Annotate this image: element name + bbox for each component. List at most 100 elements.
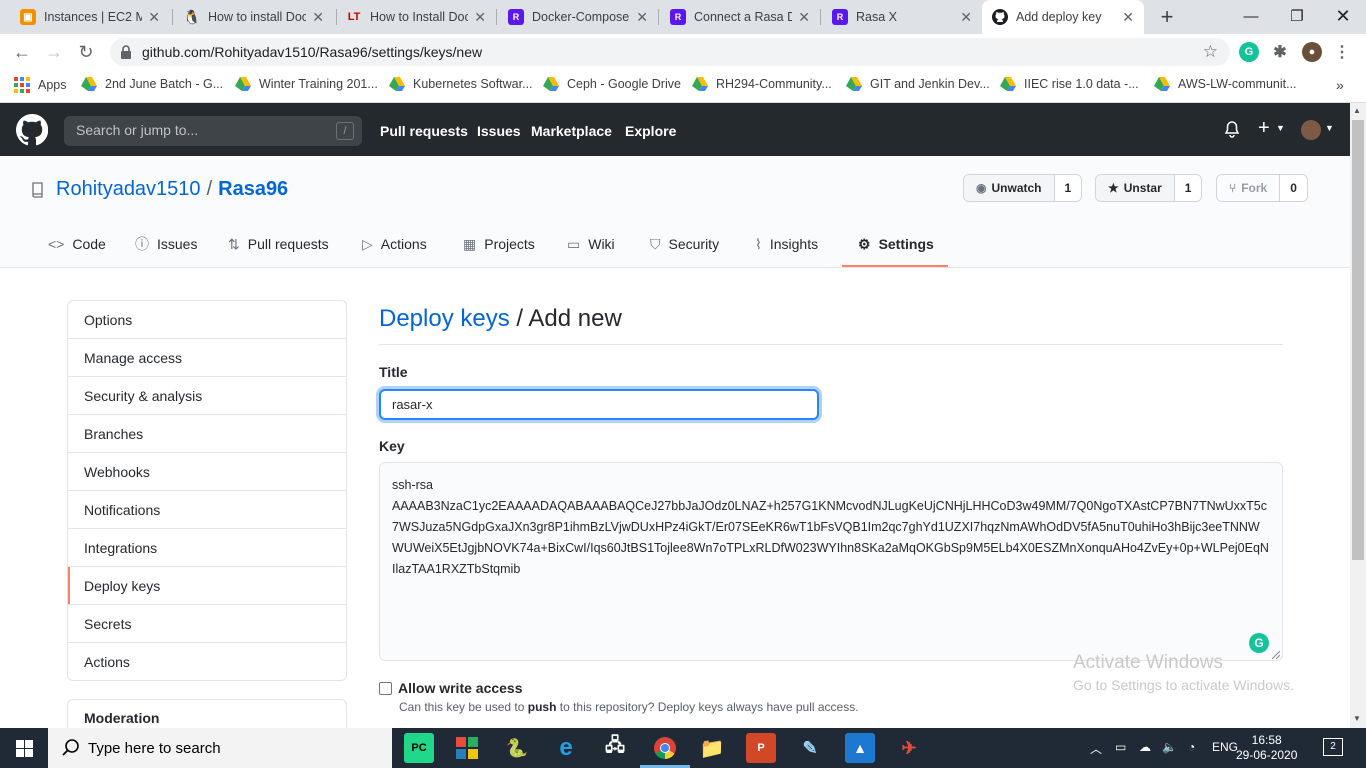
more-bookmarks-icon[interactable]: » [1336,77,1344,93]
title-input[interactable] [379,389,819,420]
scroll-down-icon[interactable]: ▼ [1353,714,1361,723]
browser-tab[interactable]: LT How to Install Doc ✕ [336,0,496,34]
tab-insights[interactable]: ⌇ Insights [755,234,818,254]
close-icon[interactable]: ✕ [636,9,648,26]
chrome-icon[interactable] [650,733,680,763]
allow-write-access-label[interactable]: Allow write access [398,680,523,696]
menu-item-deploy-keys[interactable]: Deploy keys [68,567,346,605]
browser-tab[interactable]: R Connect a Rasa De ✕ [660,0,820,34]
tab-projects[interactable]: ▦ Projects [463,234,535,254]
notepad-icon[interactable]: ✎ [795,733,825,763]
forks-count[interactable]: 0 [1280,175,1307,201]
menu-item-secrets[interactable]: Secrets [68,605,346,643]
bookmark-item[interactable]: Ceph - Google Drive [543,77,681,91]
nav-pull-requests[interactable]: Pull requests [380,123,468,139]
battery-icon[interactable]: ▭ [1115,740,1126,754]
reload-icon[interactable]: ↻ [74,40,98,64]
network-app-icon[interactable]: 🖧 [600,733,630,763]
github-logo-icon[interactable] [16,114,48,146]
bookmark-item[interactable]: Winter Training 201... [235,77,378,91]
menu-item-manage-access[interactable]: Manage access [68,339,346,377]
unstar-button[interactable]: ★ Unstar [1096,175,1175,201]
browser-tab[interactable]: R Rasa X ✕ [822,0,982,34]
scroll-up-icon[interactable]: ▲ [1353,106,1361,115]
tab-code[interactable]: <> Code [48,234,106,254]
menu-item-branches[interactable]: Branches [68,415,346,453]
pycharm-icon[interactable]: PC [404,733,434,763]
bookmark-apps[interactable]: Apps [14,77,67,93]
bookmark-item[interactable]: RH294-Community... [692,77,832,91]
onedrive-icon[interactable]: ☁ [1139,740,1151,754]
close-icon[interactable]: ✕ [1122,9,1134,26]
extensions-icon[interactable]: ✱ [1270,42,1290,62]
tab-actions[interactable]: ▷ Actions [362,234,427,254]
nav-issues[interactable]: Issues [477,123,521,139]
volume-icon[interactable]: 🔈 [1162,740,1177,754]
user-avatar[interactable] [1301,120,1321,140]
grammarly-icon[interactable]: G [1249,633,1269,653]
tab-pull-requests[interactable]: ⇅ Pull requests [228,234,329,254]
internet-explorer-icon[interactable]: e [551,733,581,763]
resize-handle-icon[interactable] [1272,651,1280,659]
stars-count[interactable]: 1 [1174,175,1202,201]
tab-issues[interactable]: ⓘ Issues [135,234,197,254]
start-button[interactable] [0,728,48,768]
github-search-input[interactable]: Search or jump to... / [64,116,362,146]
grammarly-icon[interactable]: G [1239,42,1259,62]
minimize-button[interactable]: — [1228,0,1274,32]
repo-name-link[interactable]: Rasa96 [218,178,288,201]
language-indicator[interactable]: ENG [1212,740,1238,754]
bookmark-star-icon[interactable]: ☆ [1203,42,1218,62]
python-icon[interactable]: 🐍 [502,733,532,763]
window-close-button[interactable]: ✕ [1320,0,1366,32]
office-apps-icon[interactable] [452,733,482,763]
fork-button[interactable]: ⑂ Fork [1217,175,1281,201]
close-icon[interactable]: ✕ [798,9,810,26]
bookmark-item[interactable]: IIEC rise 1.0 data -... [1000,77,1139,91]
menu-item-integrations[interactable]: Integrations [68,529,346,567]
browser-tab[interactable]: R Docker-Compose ✕ [498,0,658,34]
menu-item-security-analysis[interactable]: Security & analysis [68,377,346,415]
menu-item-actions[interactable]: Actions [68,643,346,680]
close-icon[interactable]: ✕ [312,9,324,26]
create-new-plus-icon[interactable]: + [1258,117,1270,140]
system-clock[interactable]: 16:58 29-06-2020 [1236,733,1297,763]
back-icon[interactable]: ← [10,40,34,64]
forward-icon[interactable]: → [42,40,66,64]
close-icon[interactable]: ✕ [960,9,972,26]
taskbar-search-box[interactable]: Type here to search [48,728,392,768]
bookmark-item[interactable]: AWS-LW-communit... [1154,77,1297,91]
notifications-bell-icon[interactable] [1224,121,1240,138]
network-icon[interactable]: ◔ [1188,740,1195,754]
browser-tab-active[interactable]: Add deploy key ✕ [982,0,1144,34]
deploy-keys-link[interactable]: Deploy keys [379,305,510,332]
file-explorer-icon[interactable]: 📁 [697,733,727,763]
new-tab-button[interactable]: + [1155,4,1179,30]
tab-wiki[interactable]: ▭ Wiki [567,234,615,254]
nav-explore[interactable]: Explore [625,123,676,139]
show-hidden-icons[interactable]: ︿ [1090,740,1102,757]
bookmark-item[interactable]: Kubernetes Softwar... [389,77,533,91]
profile-avatar[interactable]: ● [1302,42,1322,62]
tab-security[interactable]: ⛉ Security [650,234,719,254]
photos-icon[interactable]: ▲ [845,733,875,763]
address-bar[interactable]: github.com/Rohityadav1510/Rasa96/setting… [110,38,1230,66]
menu-icon[interactable]: ⋮ [1332,42,1352,62]
allow-write-access-checkbox[interactable] [379,682,392,695]
close-icon[interactable]: ✕ [148,9,160,26]
repo-owner-link[interactable]: Rohityadav1510 [56,178,201,201]
tab-settings[interactable]: ⚙ Settings [858,234,934,254]
close-icon[interactable]: ✕ [474,9,486,26]
menu-item-notifications[interactable]: Notifications [68,491,346,529]
bookmark-item[interactable]: GIT and Jenkin Dev... [846,77,990,91]
scrollbar-thumb[interactable] [1352,120,1364,560]
action-center-icon[interactable]: 2 [1323,738,1343,756]
browser-tab[interactable]: ▣ Instances | EC2 Ma ✕ [10,0,170,34]
powerpoint-icon[interactable]: P [746,733,776,763]
unwatch-button[interactable]: ◉ Unwatch [964,175,1055,201]
maximize-button[interactable]: ❐ [1274,0,1320,32]
watchers-count[interactable]: 1 [1054,175,1082,201]
menu-item-options[interactable]: Options [68,301,346,339]
nav-marketplace[interactable]: Marketplace [531,123,612,139]
menu-item-webhooks[interactable]: Webhooks [68,453,346,491]
